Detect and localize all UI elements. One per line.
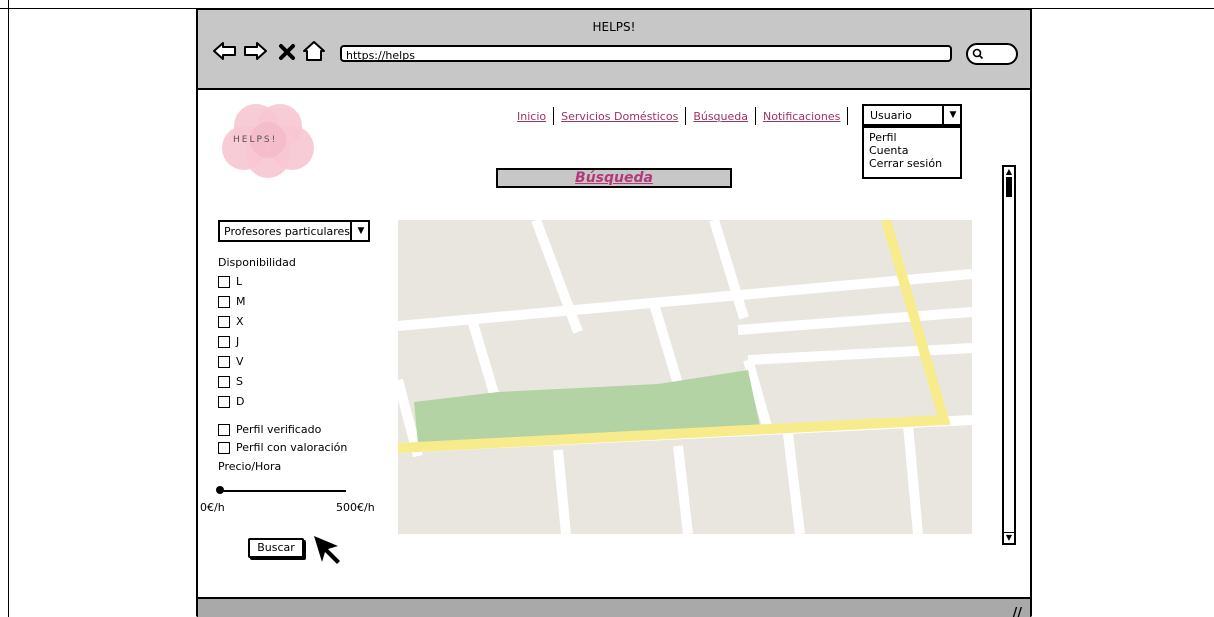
chevron-down-icon[interactable]: ▼ — [942, 106, 962, 124]
page-title-banner: Búsqueda — [496, 168, 732, 188]
main-nav: Inicio Servicios Domésticos Búsqueda Not… — [510, 106, 849, 126]
search-button[interactable]: Buscar — [248, 538, 304, 558]
price-min-label: 0€/h — [200, 501, 225, 514]
day-checkbox[interactable] — [218, 275, 230, 288]
window-title: HELPS! — [592, 20, 636, 34]
day-label: S — [236, 375, 243, 388]
day-checkbox[interactable] — [218, 315, 230, 328]
nav-link-notificaciones[interactable]: Notificaciones — [756, 110, 847, 123]
user-dropdown[interactable]: Usuario ▼ — [862, 104, 962, 126]
day-option-v[interactable]: V — [218, 355, 244, 368]
menu-item-cuenta[interactable]: Cuenta — [869, 144, 960, 157]
back-arrow-icon[interactable] — [212, 40, 238, 62]
rated-profile-option[interactable]: Perfil con valoración — [218, 441, 347, 454]
day-option-j[interactable]: J — [218, 335, 239, 348]
browser-search-button[interactable] — [966, 43, 1018, 65]
category-dropdown[interactable]: Profesores particulares ▼ — [218, 220, 370, 242]
day-option-l[interactable]: L — [218, 275, 242, 288]
day-checkbox[interactable] — [218, 295, 230, 308]
resize-grip-icon[interactable]: // — [1013, 606, 1023, 617]
user-dropdown-label: Usuario — [870, 109, 912, 122]
nav-divider — [847, 107, 849, 125]
verified-profile-checkbox[interactable] — [218, 423, 230, 436]
user-dropdown-menu: Perfil Cuenta Cerrar sesión — [862, 126, 962, 179]
scroll-down-arrow-icon[interactable]: ▼ — [1004, 532, 1014, 543]
verified-profile-label: Perfil verificado — [236, 423, 322, 436]
day-checkbox[interactable] — [218, 355, 230, 368]
browser-titlebar: HELPS! https://helps — [198, 10, 1030, 90]
day-option-d[interactable]: D — [218, 395, 244, 408]
day-option-x[interactable]: X — [218, 315, 244, 328]
url-input[interactable]: https://helps — [340, 45, 952, 62]
day-option-s[interactable]: S — [218, 375, 243, 388]
day-checkbox[interactable] — [218, 335, 230, 348]
chevron-down-icon[interactable]: ▼ — [350, 222, 370, 240]
logo-text: HELPS! — [233, 135, 278, 145]
rated-profile-checkbox[interactable] — [218, 441, 230, 454]
menu-item-cerrar-sesion[interactable]: Cerrar sesión — [869, 157, 960, 170]
nav-link-servicios-domesticos[interactable]: Servicios Domésticos — [554, 110, 685, 123]
search-results-map[interactable] — [398, 220, 972, 534]
price-slider-track[interactable] — [220, 490, 346, 492]
browser-window: HELPS! https://helps HELPS! Inicio Servi… — [196, 8, 1032, 617]
day-label: X — [236, 315, 244, 328]
forward-arrow-icon[interactable] — [242, 40, 268, 62]
close-icon[interactable] — [278, 40, 296, 62]
day-checkbox[interactable] — [218, 375, 230, 388]
availability-label: Disponibilidad — [218, 256, 296, 269]
price-slider-handle[interactable] — [216, 486, 224, 494]
day-label: J — [236, 335, 240, 348]
scroll-up-arrow-icon[interactable]: ▲ — [1004, 167, 1014, 177]
price-label: Precio/Hora — [218, 460, 282, 473]
verified-profile-option[interactable]: Perfil verificado — [218, 423, 321, 436]
menu-item-perfil[interactable]: Perfil — [869, 131, 960, 144]
home-icon[interactable] — [302, 40, 326, 62]
nav-link-inicio[interactable]: Inicio — [510, 110, 553, 123]
day-label: M — [236, 295, 246, 308]
rated-profile-label: Perfil con valoración — [236, 441, 348, 454]
day-checkbox[interactable] — [218, 395, 230, 408]
vertical-scrollbar[interactable]: ▲ ▼ — [1002, 165, 1016, 545]
mouse-pointer-icon — [314, 536, 340, 564]
day-label: L — [236, 275, 243, 288]
category-dropdown-label: Profesores particulares — [224, 225, 351, 238]
price-max-label: 500€/h — [336, 501, 375, 514]
search-icon — [972, 48, 984, 60]
document-frame-left — [8, 0, 9, 617]
scroll-thumb[interactable] — [1006, 177, 1012, 197]
browser-statusbar: // — [198, 597, 1030, 617]
page-title: Búsqueda — [575, 170, 653, 186]
day-label: D — [236, 395, 245, 408]
nav-link-busqueda[interactable]: Búsqueda — [686, 110, 755, 123]
day-label: V — [236, 355, 244, 368]
day-option-m[interactable]: M — [218, 295, 246, 308]
